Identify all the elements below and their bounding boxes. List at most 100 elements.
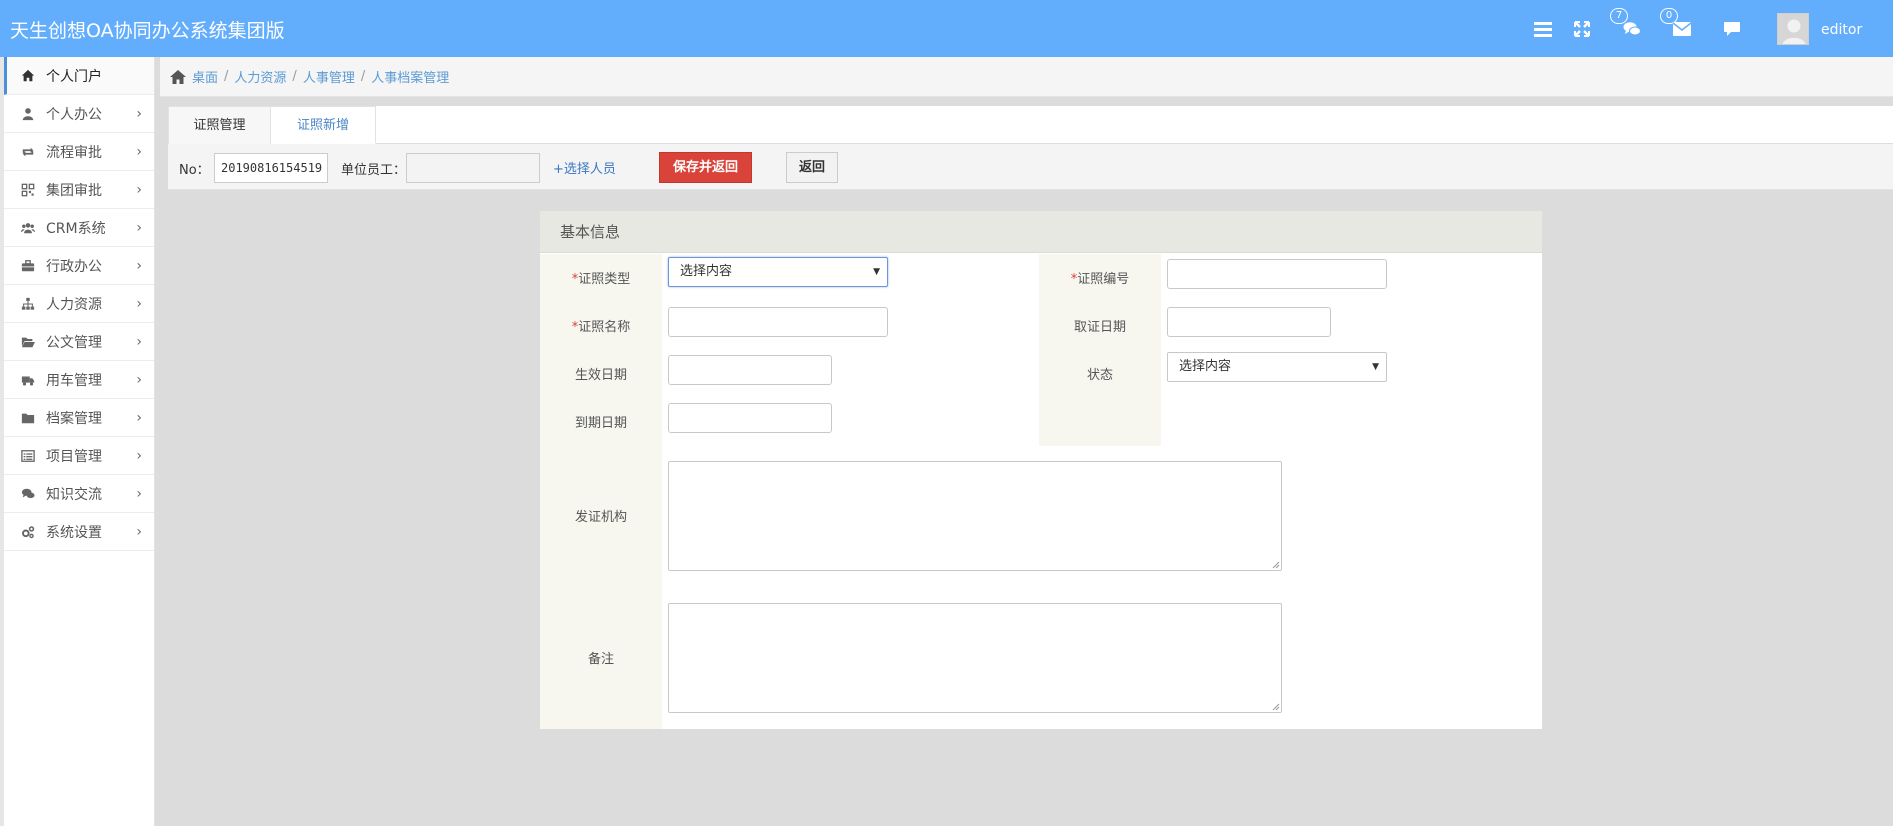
sidebar-item[interactable]: 公文管理 › <box>4 323 154 361</box>
cert-name-input[interactable] <box>668 307 888 337</box>
home-icon <box>20 68 36 84</box>
chevron-right-icon: › <box>136 486 142 502</box>
mail-icon[interactable] <box>1671 18 1693 40</box>
fullscreen-icon[interactable] <box>1571 18 1593 40</box>
chevron-down-icon: ▼ <box>873 267 880 277</box>
no-label: No： <box>179 163 210 178</box>
sidebar-item-label: 用车管理 <box>46 372 102 389</box>
folder-icon <box>20 410 36 426</box>
chevron-right-icon: › <box>136 220 142 236</box>
remark-label: 备注 <box>587 652 614 667</box>
home-icon[interactable] <box>170 69 186 84</box>
chevron-right-icon: › <box>136 448 142 464</box>
sidebar-item[interactable]: 项目管理 › <box>4 437 154 475</box>
effective-date-label: 生效日期 <box>574 368 627 383</box>
no-field[interactable]: 20190816154519 <box>214 153 328 183</box>
sidebar-item-label: 系统设置 <box>46 524 102 541</box>
qrcode-icon <box>20 182 36 198</box>
select-person-link[interactable]: +选择人员 <box>553 158 616 177</box>
comment-icon[interactable] <box>1721 18 1743 40</box>
sidebar-item-label: 个人办公 <box>46 106 102 123</box>
comments-icon <box>20 486 36 502</box>
cert-name-label: *证照名称 <box>571 320 631 335</box>
cert-no-input[interactable] <box>1167 259 1387 289</box>
status-label: 状态 <box>1086 368 1113 383</box>
sidebar-item[interactable]: CRM系统 › <box>4 209 154 247</box>
sidebar-item[interactable]: 系统设置 › <box>4 513 154 551</box>
sidebar-item-label: 知识交流 <box>46 486 102 503</box>
sidebar-item-label: 流程审批 <box>46 144 102 161</box>
sidebar: 个人门户个人办公 › 流程审批 › 集团审批 › CRM系统 › 行政办公 › 人力资源 › 公文管理 ›… <box>0 57 155 826</box>
sidebar-item-label: 集团审批 <box>46 182 102 199</box>
chevron-right-icon: › <box>136 258 142 274</box>
sitemap-icon <box>20 296 36 312</box>
chevron-right-icon: › <box>136 372 142 388</box>
issuer-textarea[interactable] <box>668 461 1282 571</box>
save-return-button[interactable]: 保存并返回 <box>659 152 752 183</box>
sidebar-item[interactable]: 行政办公 › <box>4 247 154 285</box>
sidebar-item[interactable]: 个人门户 <box>4 57 154 95</box>
obtain-date-input[interactable] <box>1167 307 1331 337</box>
expiry-date-label: 到期日期 <box>574 416 627 431</box>
obtain-date-label: 取证日期 <box>1073 320 1126 335</box>
sidebar-item[interactable]: 集团审批 › <box>4 171 154 209</box>
breadcrumb-archive[interactable]: 人事档案管理 <box>371 67 449 86</box>
chevron-right-icon: › <box>136 524 142 540</box>
sidebar-item-label: 人力资源 <box>46 296 102 313</box>
avatar[interactable] <box>1777 13 1809 45</box>
retweet-icon <box>20 144 36 160</box>
cert-type-label: *证照类型 <box>571 272 631 287</box>
chevron-right-icon: › <box>136 144 142 160</box>
cert-no-label: *证照编号 <box>1070 272 1130 287</box>
resize-grip-icon[interactable] <box>1271 702 1280 711</box>
sidebar-item-label: 行政办公 <box>46 258 102 275</box>
briefcase-icon <box>20 258 36 274</box>
tab-license-management[interactable]: 证照管理 <box>168 106 271 144</box>
folder-open-icon <box>20 334 36 350</box>
employee-label: 单位员工： <box>341 163 407 178</box>
chat-icon[interactable] <box>1621 18 1643 40</box>
sidebar-item-label: CRM系统 <box>46 220 106 237</box>
status-select[interactable]: 选择内容 ▼ <box>1167 352 1387 382</box>
sidebar-item[interactable]: 知识交流 › <box>4 475 154 513</box>
username[interactable]: editor <box>1821 22 1862 38</box>
breadcrumb-personnel[interactable]: 人事管理 <box>303 67 355 86</box>
breadcrumb-desktop[interactable]: 桌面 <box>192 67 218 86</box>
breadcrumb: 桌面 / 人力资源 / 人事管理 / 人事档案管理 <box>160 57 1893 97</box>
app-title: 天生创想OA协同办公系统集团版 <box>10 20 285 42</box>
back-button[interactable]: 返回 <box>786 152 838 183</box>
chevron-right-icon: › <box>136 334 142 350</box>
expiry-date-input[interactable] <box>668 403 832 433</box>
cogs-icon <box>20 524 36 540</box>
user-icon <box>20 106 36 122</box>
menu-icon[interactable] <box>1532 18 1554 40</box>
chevron-right-icon: › <box>136 182 142 198</box>
chevron-down-icon: ▼ <box>1372 362 1379 372</box>
tab-license-add[interactable]: 证照新增 <box>271 106 376 144</box>
chevron-right-icon: › <box>136 106 142 122</box>
breadcrumb-hr[interactable]: 人力资源 <box>234 67 286 86</box>
remark-textarea[interactable] <box>668 603 1282 713</box>
issuer-label: 发证机构 <box>574 510 627 525</box>
employee-field[interactable] <box>406 153 540 183</box>
truck-icon <box>20 372 36 388</box>
sidebar-item-label: 项目管理 <box>46 448 102 465</box>
sidebar-item-label: 公文管理 <box>46 334 102 351</box>
section-title: 基本信息 <box>540 211 1542 253</box>
cert-type-select[interactable]: 选择内容 ▼ <box>668 257 888 287</box>
top-bar: 天生创想OA协同办公系统集团版 7 0 editor <box>0 0 1893 57</box>
sidebar-item[interactable]: 个人办公 › <box>4 95 154 133</box>
toolbar: No： 20190816154519 单位员工： +选择人员 保存并返回 返回 <box>168 144 1893 190</box>
group-icon <box>20 220 36 236</box>
sidebar-item-label: 档案管理 <box>46 410 102 427</box>
basic-info-panel: 基本信息 *证照类型 选择内容 ▼ *证照编号 *证照名称 取证日期 生效日期 状… <box>540 211 1542 729</box>
tab-bar: 证照管理 证照新增 <box>168 106 1893 144</box>
chevron-right-icon: › <box>136 296 142 312</box>
sidebar-item[interactable]: 档案管理 › <box>4 399 154 437</box>
sidebar-item[interactable]: 人力资源 › <box>4 285 154 323</box>
effective-date-input[interactable] <box>668 355 832 385</box>
sidebar-item[interactable]: 流程审批 › <box>4 133 154 171</box>
sidebar-item[interactable]: 用车管理 › <box>4 361 154 399</box>
list-alt-icon <box>20 448 36 464</box>
resize-grip-icon[interactable] <box>1271 560 1280 569</box>
